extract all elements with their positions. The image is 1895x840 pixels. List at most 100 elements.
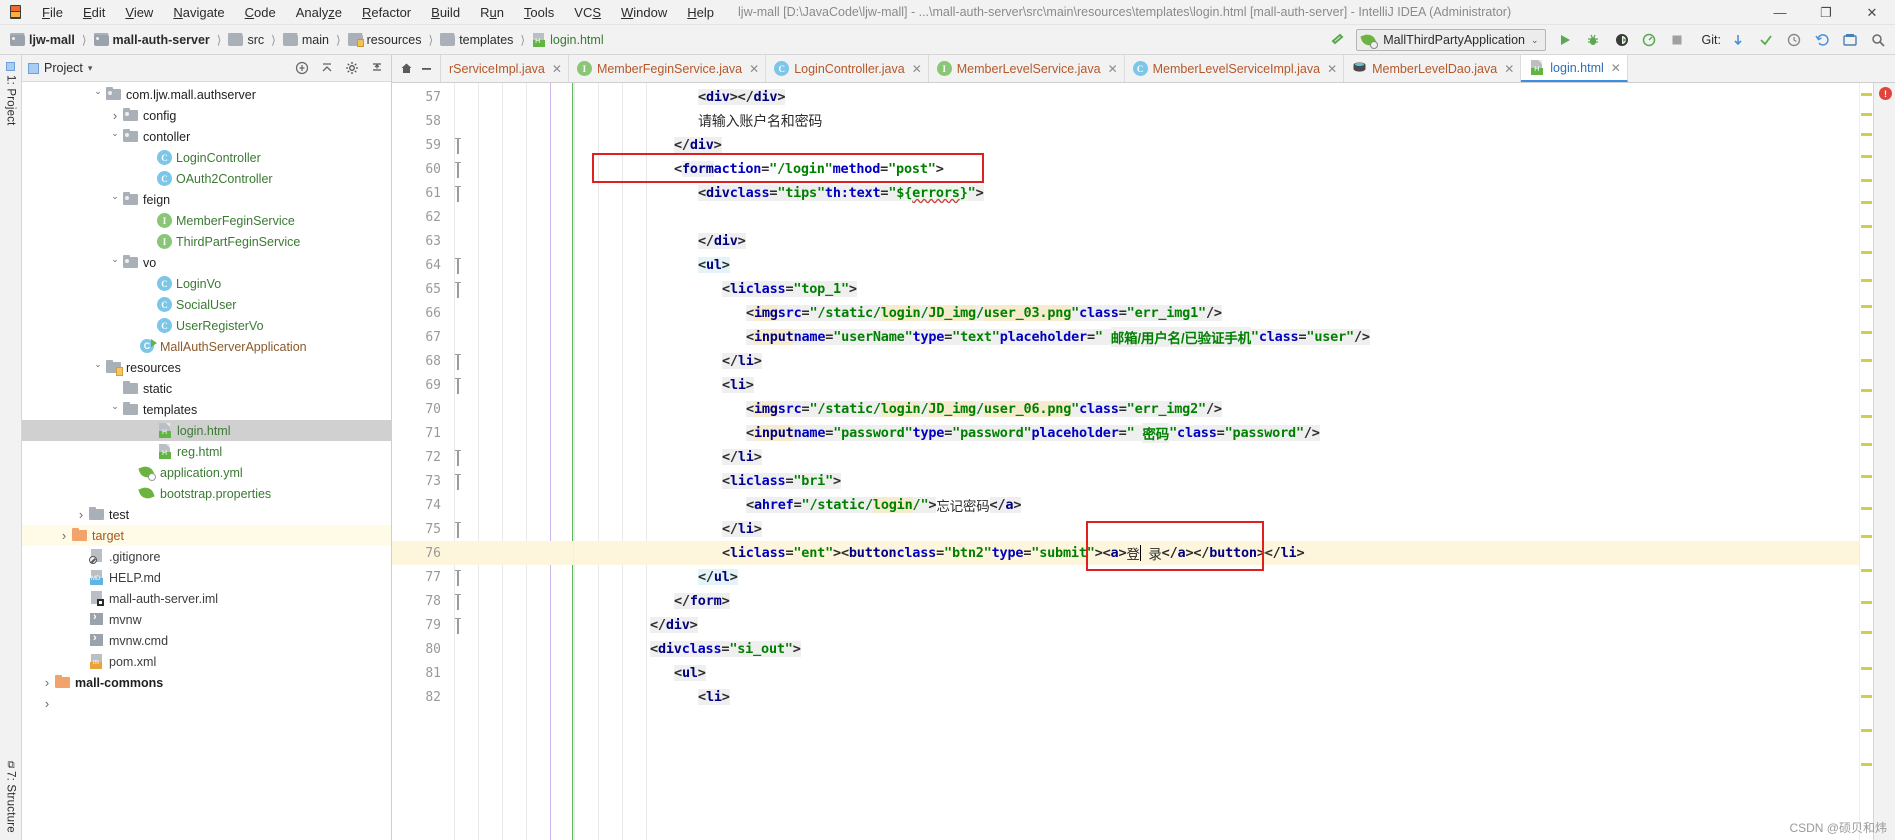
- breadcrumb-main[interactable]: main: [281, 31, 331, 49]
- inspection-marker[interactable]: [1861, 601, 1872, 604]
- code-fold-marker[interactable]: [457, 259, 469, 274]
- chevron-down-icon[interactable]: ⌄: [1531, 35, 1539, 46]
- tree-node-loginvo[interactable]: C LoginVo: [22, 273, 391, 294]
- chevron-right-icon[interactable]: [73, 507, 89, 522]
- branch-icon[interactable]: [1837, 28, 1863, 52]
- tree-node-mall-commons[interactable]: mall-commons: [22, 672, 391, 693]
- tree-node-empty[interactable]: [22, 693, 391, 714]
- chevron-right-icon[interactable]: [56, 528, 72, 543]
- tree-node-config[interactable]: config: [22, 105, 391, 126]
- inspection-marker[interactable]: [1861, 179, 1872, 182]
- tree-node-thirdpartfeginservice[interactable]: I ThirdPartFeginService: [22, 231, 391, 252]
- tree-node-templates[interactable]: templates: [22, 399, 391, 420]
- inspection-marker[interactable]: [1861, 475, 1872, 478]
- code-fold-marker[interactable]: [457, 355, 469, 370]
- code-line[interactable]: </li >: [574, 517, 1859, 541]
- code-line[interactable]: < div class = "si_out" >: [574, 637, 1859, 661]
- menu-build[interactable]: Build: [421, 2, 470, 23]
- stop-icon[interactable]: [1664, 28, 1690, 52]
- code-fold-marker[interactable]: [457, 187, 469, 202]
- menu-help[interactable]: Help: [677, 2, 724, 23]
- run-configuration-selector[interactable]: MallThirdPartyApplication ⌄: [1356, 29, 1546, 51]
- code-line[interactable]: </div >: [574, 229, 1859, 253]
- close-tab-icon[interactable]: ✕: [1504, 62, 1514, 76]
- close-tab-icon[interactable]: ✕: [912, 62, 922, 76]
- search-everywhere-icon[interactable]: [1865, 28, 1891, 52]
- code-line[interactable]: </li >: [574, 349, 1859, 373]
- hide-panel-icon[interactable]: [367, 58, 387, 78]
- close-tab-icon[interactable]: ✕: [552, 62, 562, 76]
- inspection-marker[interactable]: [1861, 443, 1872, 446]
- chevron-down-icon[interactable]: [107, 404, 123, 415]
- inspection-marker[interactable]: [1861, 631, 1872, 634]
- inspection-marker[interactable]: [1861, 155, 1872, 158]
- tree-node-mvnw[interactable]: mvnw: [22, 609, 391, 630]
- breadcrumb-ljw-mall[interactable]: ljw-mall: [8, 31, 77, 49]
- commit-icon[interactable]: [1753, 28, 1779, 52]
- menu-file[interactable]: FFileile: [32, 2, 73, 23]
- inspection-marker[interactable]: [1861, 359, 1872, 362]
- tree-node-bootstrap-properties[interactable]: bootstrap.properties: [22, 483, 391, 504]
- code-fold-marker[interactable]: [457, 451, 469, 466]
- code-line[interactable]: < ul >: [574, 661, 1859, 685]
- inspection-marker[interactable]: [1861, 535, 1872, 538]
- menu-run[interactable]: Run: [470, 2, 514, 23]
- code-fold-marker[interactable]: [457, 595, 469, 610]
- rollback-icon[interactable]: [1809, 28, 1835, 52]
- code-line[interactable]: < a href = "/static/login/" > 忘记密码 </a >: [574, 493, 1859, 517]
- code-line[interactable]: < li class = "ent" >< button class = "btn2" typ…: [574, 541, 1859, 565]
- tree-node-mallauthserverapplication[interactable]: MallAuthServerApplication: [22, 336, 391, 357]
- code-line[interactable]: < input name = "userName" type = "text" place…: [574, 325, 1859, 349]
- inspection-marker[interactable]: [1861, 305, 1872, 308]
- tree-node--gitignore[interactable]: .gitignore: [22, 546, 391, 567]
- chevron-down-icon[interactable]: [107, 194, 123, 205]
- code-fold-marker[interactable]: [457, 283, 469, 298]
- editor-tab-login-html[interactable]: login.html ✕: [1521, 55, 1628, 82]
- code-fold-marker[interactable]: [457, 379, 469, 394]
- menu-vcs[interactable]: VCS: [564, 2, 611, 23]
- editor-gutter[interactable]: 57 58 59 60 61 62 63 64 65 66 67 68 69 70 71 72 73 74 75 76…: [392, 83, 574, 840]
- main-menu[interactable]: FFileile Edit View Navigate Code Analyze…: [32, 2, 724, 23]
- breadcrumb-resources[interactable]: resources: [346, 31, 424, 49]
- code-line[interactable]: < li class = "bri" >: [574, 469, 1859, 493]
- tree-node-mvnw-cmd[interactable]: mvnw.cmd: [22, 630, 391, 651]
- tree-node-help-md[interactable]: HELP.md: [22, 567, 391, 588]
- menu-navigate[interactable]: Navigate: [163, 2, 234, 23]
- tool-window-project-button[interactable]: 1: Project: [5, 59, 17, 129]
- code-line[interactable]: 请输入账户名和密码: [574, 109, 1859, 133]
- tree-node-vo[interactable]: vo: [22, 252, 391, 273]
- close-tab-icon[interactable]: ✕: [1327, 62, 1337, 76]
- error-count-badge[interactable]: !: [1879, 87, 1892, 100]
- code-line[interactable]: </div >: [574, 613, 1859, 637]
- chevron-down-icon[interactable]: [90, 89, 106, 100]
- inspection-marker[interactable]: [1861, 251, 1872, 254]
- breadcrumb-src[interactable]: src: [226, 31, 266, 49]
- project-file-tree[interactable]: com.ljw.mall.authserverconfigcontollerCL…: [22, 82, 391, 840]
- close-tab-icon[interactable]: ✕: [1611, 61, 1621, 75]
- chevron-right-icon[interactable]: [107, 108, 123, 123]
- inspection-marker[interactable]: [1861, 667, 1872, 670]
- code-fold-marker[interactable]: [457, 619, 469, 634]
- code-line[interactable]: < ul >: [574, 253, 1859, 277]
- tree-node-memberfeginservice[interactable]: I MemberFeginService: [22, 210, 391, 231]
- close-button[interactable]: ✕: [1849, 0, 1895, 25]
- code-fold-marker[interactable]: [457, 571, 469, 586]
- editor-tabs[interactable]: rServiceImpl.java ✕ I MemberFeginService.ja…: [441, 55, 1628, 82]
- code-editor[interactable]: < div ></div > 请输入账户名和密码 </div > < form action = "…: [574, 83, 1859, 840]
- tree-node-pom-xml[interactable]: pom.xml: [22, 651, 391, 672]
- chevron-right-icon[interactable]: [39, 675, 55, 690]
- inspection-marker[interactable]: [1861, 507, 1872, 510]
- tree-node-socialuser[interactable]: C SocialUser: [22, 294, 391, 315]
- minus-icon[interactable]: [417, 60, 435, 78]
- build-icon[interactable]: [1324, 28, 1350, 52]
- tree-node-mall-auth-server-iml[interactable]: mall-auth-server.iml: [22, 588, 391, 609]
- inspection-marker[interactable]: [1861, 93, 1872, 96]
- tree-node-oauth2controller[interactable]: C OAuth2Controller: [22, 168, 391, 189]
- code-fold-marker[interactable]: [457, 523, 469, 538]
- tool-window-structure-button[interactable]: ⧉ 7: Structure: [5, 757, 17, 836]
- update-project-icon[interactable]: [1725, 28, 1751, 52]
- code-line[interactable]: </form >: [574, 589, 1859, 613]
- menu-analyze[interactable]: Analyze: [286, 2, 352, 23]
- menu-refactor[interactable]: Refactor: [352, 2, 421, 23]
- chevron-right-icon[interactable]: [39, 696, 55, 711]
